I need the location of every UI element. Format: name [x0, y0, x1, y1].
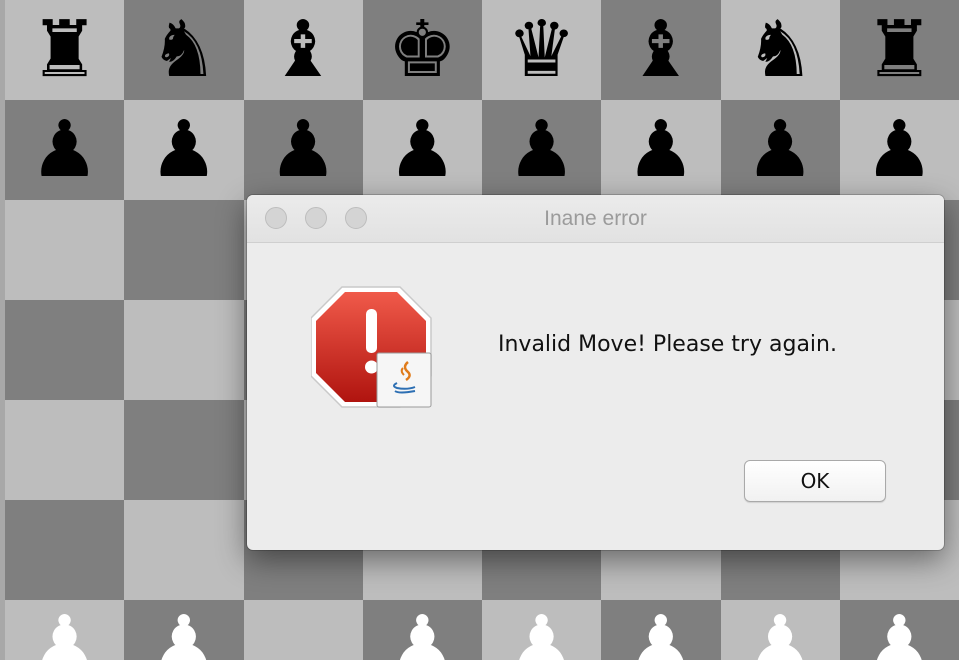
bishop-black-piece-icon[interactable]: ♝ [626, 11, 696, 89]
queen-black-piece-icon[interactable]: ♛ [507, 11, 577, 89]
board-square[interactable]: ♟ [601, 600, 721, 660]
board-square[interactable]: ♚ [362, 0, 482, 100]
pawn-white-piece-icon[interactable]: ♟ [149, 606, 219, 660]
board-square[interactable] [124, 200, 244, 300]
board-square[interactable]: ♟ [720, 100, 840, 200]
board-square[interactable]: ♟ [720, 600, 840, 660]
board-square[interactable] [124, 500, 244, 600]
knight-black-piece-icon[interactable]: ♞ [149, 11, 219, 89]
board-square[interactable] [243, 600, 363, 660]
board-square[interactable]: ♟ [362, 100, 482, 200]
pawn-white-piece-icon[interactable]: ♟ [626, 606, 696, 660]
board-square[interactable]: ♟ [124, 100, 244, 200]
board-square[interactable]: ♜ [5, 0, 125, 100]
board-square[interactable]: ♟ [839, 600, 959, 660]
board-square[interactable]: ♟ [124, 600, 244, 660]
king-black-piece-icon[interactable]: ♚ [387, 11, 457, 89]
board-square[interactable]: ♟ [839, 100, 959, 200]
pawn-white-piece-icon[interactable]: ♟ [30, 606, 100, 660]
error-message: Invalid Move! Please try again. [498, 332, 837, 357]
java-icon [376, 352, 432, 408]
board-square[interactable]: ♟ [482, 600, 602, 660]
rook-black-piece-icon[interactable]: ♜ [864, 11, 934, 89]
board-square[interactable] [5, 500, 125, 600]
pawn-white-piece-icon[interactable]: ♟ [387, 606, 457, 660]
pawn-black-piece-icon[interactable]: ♟ [268, 111, 338, 189]
pawn-black-piece-icon[interactable]: ♟ [387, 111, 457, 189]
board-square[interactable]: ♝ [601, 0, 721, 100]
dialog-title: Inane error [544, 207, 647, 230]
pawn-white-piece-icon[interactable]: ♟ [507, 606, 577, 660]
board-square[interactable] [124, 300, 244, 400]
error-stop-icon [311, 286, 432, 408]
board-square[interactable]: ♟ [243, 100, 363, 200]
ok-button[interactable]: OK [744, 460, 886, 502]
board-square[interactable]: ♟ [5, 100, 125, 200]
rook-black-piece-icon[interactable]: ♜ [30, 11, 100, 89]
knight-black-piece-icon[interactable]: ♞ [745, 11, 815, 89]
board-square[interactable]: ♟ [482, 100, 602, 200]
pawn-black-piece-icon[interactable]: ♟ [30, 111, 100, 189]
board-square[interactable]: ♜ [839, 0, 959, 100]
pawn-black-piece-icon[interactable]: ♟ [626, 111, 696, 189]
pawn-white-piece-icon[interactable]: ♟ [864, 606, 934, 660]
board-square[interactable] [5, 300, 125, 400]
pawn-black-piece-icon[interactable]: ♟ [864, 111, 934, 189]
error-dialog: Inane error Invalid Move! Please try aga… [247, 195, 944, 550]
board-square[interactable]: ♟ [601, 100, 721, 200]
board-square[interactable]: ♟ [5, 600, 125, 660]
board-square[interactable]: ♟ [362, 600, 482, 660]
board-square[interactable] [124, 400, 244, 500]
board-square[interactable] [5, 200, 125, 300]
board-square[interactable]: ♛ [482, 0, 602, 100]
pawn-black-piece-icon[interactable]: ♟ [745, 111, 815, 189]
board-square[interactable]: ♞ [720, 0, 840, 100]
board-square[interactable] [5, 400, 125, 500]
bishop-black-piece-icon[interactable]: ♝ [268, 11, 338, 89]
board-square[interactable]: ♝ [243, 0, 363, 100]
pawn-black-piece-icon[interactable]: ♟ [149, 111, 219, 189]
pawn-black-piece-icon[interactable]: ♟ [507, 111, 577, 189]
pawn-white-piece-icon[interactable]: ♟ [745, 606, 815, 660]
dialog-titlebar: Inane error [247, 195, 944, 243]
board-square[interactable]: ♞ [124, 0, 244, 100]
